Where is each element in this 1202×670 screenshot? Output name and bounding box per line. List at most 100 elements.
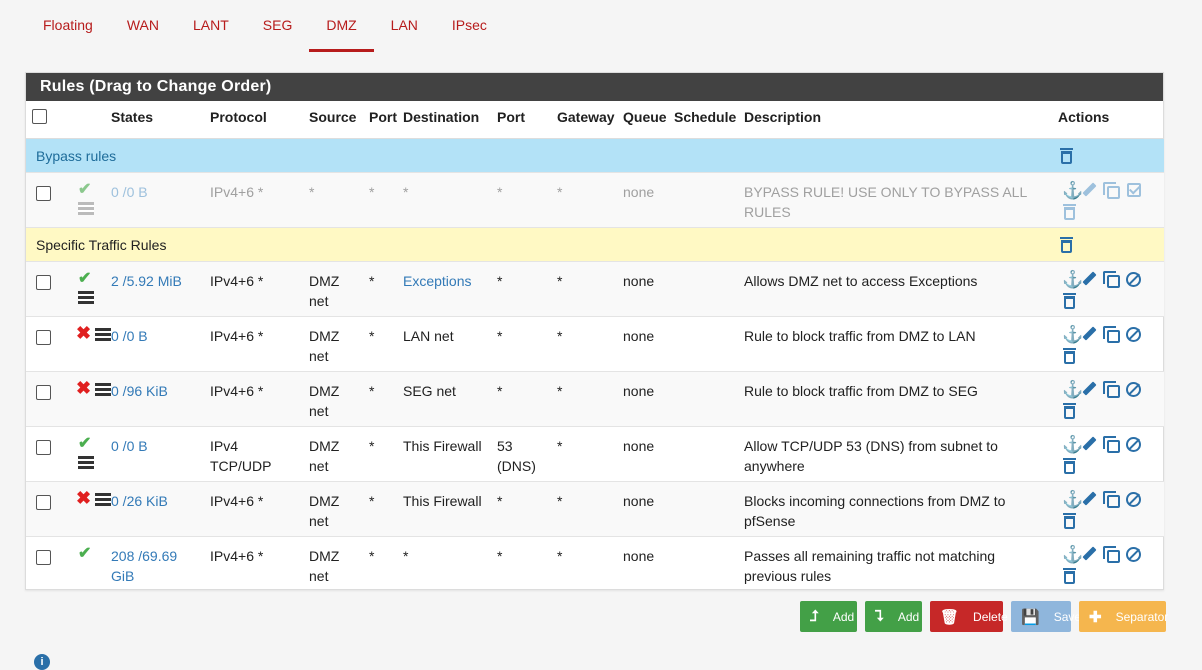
pencil-icon[interactable] (1082, 181, 1097, 197)
row-checkbox[interactable] (36, 329, 51, 345)
ban-icon[interactable] (1126, 491, 1141, 507)
states-link[interactable]: 0 /96 KiB (111, 383, 168, 399)
x-icon[interactable]: ✖ (76, 488, 91, 508)
anchor-icon[interactable]: ⚓ (1062, 491, 1083, 508)
copy-icon[interactable] (1103, 181, 1120, 199)
table-row[interactable]: ✖ 0 /96 KiB IPv4+6 * DMZ net * SEG net * * none R… (26, 370, 1164, 426)
trash-icon[interactable] (1063, 457, 1076, 474)
table-row[interactable]: ✔ 0 /0 B IPv4+6 * * * * * * none BYPASS … (26, 171, 1164, 227)
trash-icon[interactable] (1060, 147, 1073, 164)
trash-icon[interactable] (1060, 236, 1073, 253)
copy-icon[interactable] (1103, 490, 1120, 508)
pencil-icon[interactable] (1082, 325, 1097, 341)
copy-icon[interactable] (1103, 380, 1120, 398)
tab-seg[interactable]: SEG (246, 0, 310, 52)
row-checkbox[interactable] (36, 185, 51, 201)
protocol-cell: IPv4+6 * (206, 260, 305, 316)
list-icon[interactable] (78, 455, 94, 469)
table-row[interactable]: ✖ 0 /0 B IPv4+6 * DMZ net * LAN net * * none Rule… (26, 315, 1164, 371)
tab-wan[interactable]: WAN (110, 0, 176, 52)
trash-icon[interactable] (1063, 292, 1076, 309)
tab-ipsec[interactable]: IPsec (435, 0, 504, 52)
check-icon[interactable]: ✔ (78, 544, 91, 564)
pencil-icon[interactable] (1082, 380, 1097, 396)
info-icon[interactable]: i (34, 654, 50, 670)
anchor-icon[interactable]: ⚓ (1062, 271, 1083, 288)
list-icon[interactable] (78, 201, 94, 215)
x-icon[interactable]: ✖ (76, 378, 91, 398)
table-row[interactable]: ✔ 0 /0 B IPv4 TCP/UDP DMZ net * This Firewall… (26, 425, 1164, 481)
add-top-button[interactable]: ⮥ Add (800, 601, 857, 632)
table-row[interactable]: ✔ 208 /69.69 GiB IPv4+6 * DMZ net * * * * none Pa… (26, 535, 1164, 591)
separator-bypass[interactable]: Bypass rules (26, 137, 1164, 172)
anchor-icon[interactable]: ⚓ (1062, 546, 1083, 563)
protocol-cell: IPv4+6 * (206, 535, 305, 591)
row-checkbox[interactable] (36, 384, 51, 400)
tab-dmz[interactable]: DMZ (309, 0, 375, 52)
pencil-icon[interactable] (1082, 270, 1097, 286)
x-icon[interactable]: ✖ (76, 323, 91, 343)
check-icon[interactable]: ✔ (78, 269, 91, 289)
separator-specific[interactable]: Specific Traffic Rules (26, 226, 1164, 261)
row-checkbox[interactable] (36, 494, 51, 510)
anchor-icon[interactable]: ⚓ (1062, 381, 1083, 398)
trash-icon[interactable] (1063, 402, 1076, 419)
trash-icon[interactable] (1063, 512, 1076, 529)
states-link[interactable]: 208 /69.69 GiB (111, 548, 177, 584)
row-checkbox[interactable] (36, 549, 51, 565)
select-all-checkbox[interactable] (32, 109, 47, 124)
destination-alias-link[interactable]: Exceptions (403, 273, 471, 289)
ban-icon[interactable] (1126, 381, 1141, 397)
copy-icon[interactable] (1103, 435, 1120, 453)
list-icon[interactable] (78, 290, 94, 304)
ban-icon[interactable] (1126, 271, 1141, 287)
pencil-icon[interactable] (1082, 435, 1097, 451)
copy-icon[interactable] (1103, 270, 1120, 288)
tab-lant[interactable]: LANT (176, 0, 246, 52)
add-bottom-button[interactable]: ⮧ Add (865, 601, 922, 632)
states-link[interactable]: 2 /5.92 MiB (111, 273, 182, 289)
trash-icon[interactable] (1063, 203, 1076, 220)
protocol-cell: IPv4+6 * (206, 171, 305, 227)
save-icon: 💾 (1021, 608, 1040, 626)
dest-port-cell: * (493, 370, 553, 426)
save-button[interactable]: 💾 Save (1011, 601, 1081, 632)
panel-title: Rules (Drag to Change Order) (26, 73, 1163, 101)
copy-icon[interactable] (1103, 545, 1120, 563)
ban-icon[interactable] (1126, 326, 1141, 342)
pencil-icon[interactable] (1082, 545, 1097, 561)
queue-cell: none (619, 260, 670, 316)
add-separator-button[interactable]: ✚ Separator (1079, 601, 1168, 632)
pencil-icon[interactable] (1082, 490, 1097, 506)
list-icon[interactable] (95, 327, 111, 341)
schedule-cell (670, 171, 740, 227)
trash-icon[interactable] (1063, 567, 1076, 584)
anchor-icon[interactable]: ⚓ (1062, 326, 1083, 343)
row-checkbox[interactable] (36, 439, 51, 455)
states-link[interactable]: 0 /0 B (111, 438, 148, 454)
protocol-cell: IPv4+6 * (206, 370, 305, 426)
ban-icon[interactable] (1126, 546, 1141, 562)
states-link[interactable]: 0 /0 B (111, 328, 148, 344)
trash-icon[interactable] (1063, 347, 1076, 364)
tab-lan[interactable]: LAN (374, 0, 435, 52)
check-icon[interactable]: ✔ (78, 180, 91, 200)
anchor-icon[interactable]: ⚓ (1062, 182, 1083, 199)
list-icon[interactable] (95, 492, 111, 506)
copy-icon[interactable] (1103, 325, 1120, 343)
list-icon[interactable] (95, 382, 111, 396)
table-row[interactable]: ✔ 2 /5.92 MiB IPv4+6 * DMZ net * Exceptions * *… (26, 260, 1164, 316)
source-cell: DMZ net (305, 315, 365, 371)
gateway-cell: * (553, 535, 619, 591)
anchor-icon[interactable]: ⚓ (1062, 436, 1083, 453)
enable-icon[interactable] (1127, 182, 1141, 197)
port-cell: * (365, 260, 399, 316)
states-link[interactable]: 0 /0 B (111, 184, 148, 200)
check-icon[interactable]: ✔ (78, 434, 91, 454)
delete-button[interactable]: 🗑 Delete (930, 601, 1008, 632)
table-row[interactable]: ✖ 0 /26 KiB IPv4+6 * DMZ net * This Firewall *… (26, 480, 1164, 536)
tab-floating[interactable]: Floating (26, 0, 110, 52)
ban-icon[interactable] (1126, 436, 1141, 452)
row-checkbox[interactable] (36, 274, 51, 290)
states-link[interactable]: 0 /26 KiB (111, 493, 168, 509)
